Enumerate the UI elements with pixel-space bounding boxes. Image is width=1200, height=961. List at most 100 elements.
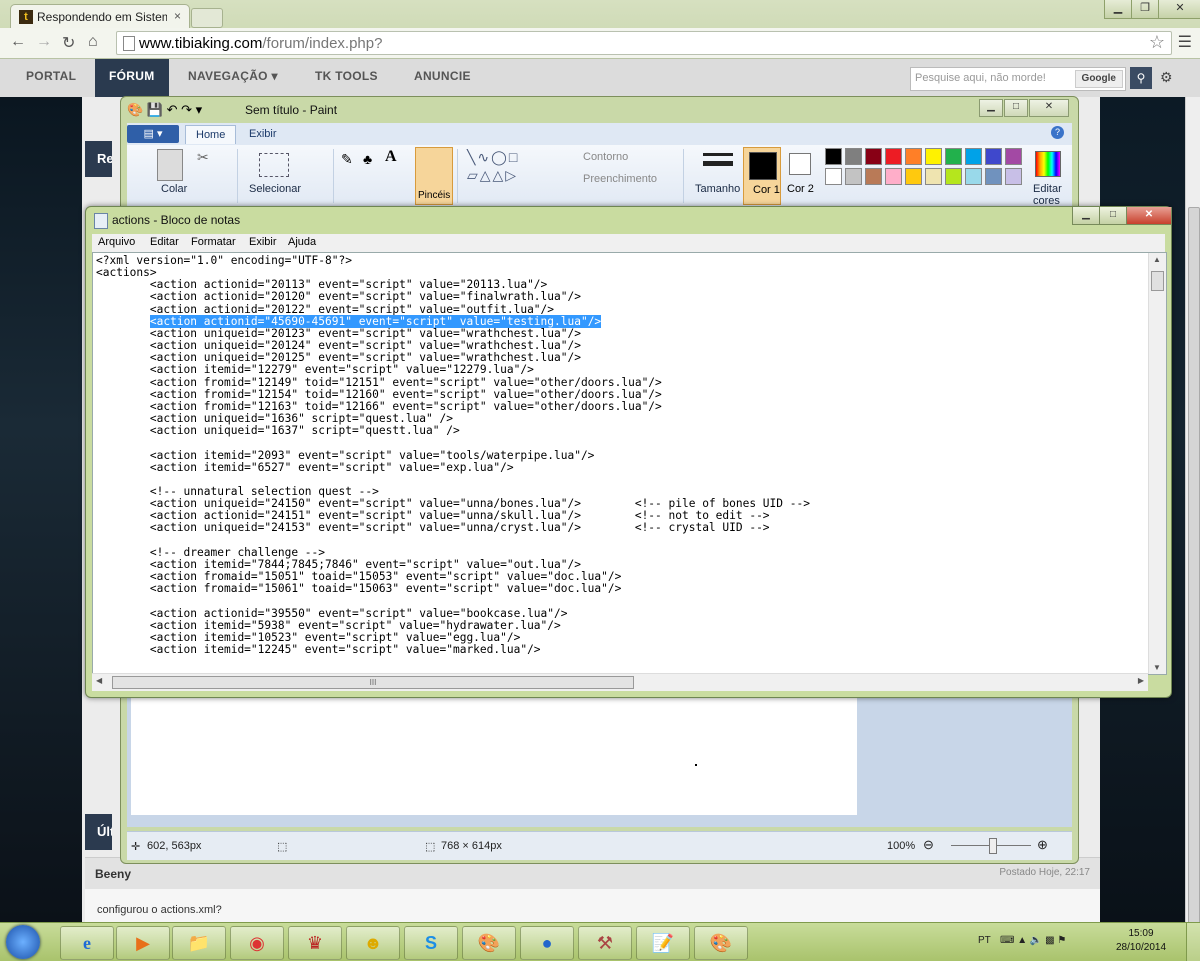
tab-exibir[interactable]: Exibir: [239, 125, 287, 143]
scroll-left-icon[interactable]: ◀: [96, 676, 102, 685]
forward-icon[interactable]: →: [36, 33, 52, 51]
chrome-menu-icon[interactable]: ☰: [1178, 32, 1192, 52]
back-icon[interactable]: ←: [10, 33, 26, 51]
paint-window-icon[interactable]: 🎨: [694, 926, 748, 960]
nav-navegacao[interactable]: NAVEGAÇÃO ▾: [188, 69, 278, 83]
tools-app-icon[interactable]: ⚒: [578, 926, 632, 960]
start-button[interactable]: [6, 925, 40, 959]
edit-colors-icon[interactable]: [1035, 151, 1061, 177]
fill-label[interactable]: Preenchimento: [583, 173, 657, 185]
size-label[interactable]: Tamanho: [695, 183, 740, 195]
edit-colors-label[interactable]: Editar cores: [1033, 183, 1072, 207]
pencil-icon[interactable]: ✎: [341, 151, 353, 168]
paint-minimize-button[interactable]: ▁: [979, 99, 1003, 117]
palette-color-swatch[interactable]: [885, 148, 902, 165]
palette-color-swatch[interactable]: [945, 148, 962, 165]
notepad-maximize-button[interactable]: □: [1099, 207, 1127, 225]
home-icon[interactable]: ⌂: [88, 33, 98, 51]
paint-close-button[interactable]: ✕: [1029, 99, 1069, 117]
palette-color-swatch[interactable]: [865, 168, 882, 185]
palette-color-swatch[interactable]: [985, 148, 1002, 165]
google-search-engine[interactable]: Google: [1074, 70, 1123, 88]
help-icon[interactable]: ?: [1051, 126, 1064, 139]
size-icon[interactable]: [703, 153, 733, 156]
paint-maximize-button[interactable]: □: [1004, 99, 1028, 117]
scroll-up-icon[interactable]: ▲: [1153, 255, 1161, 264]
shapes-gallery-row2-icon[interactable]: ▱△△▷: [467, 167, 518, 184]
menu-arquivo[interactable]: Arquivo: [98, 236, 135, 248]
clock[interactable]: 15:09 28/10/2014: [1112, 927, 1170, 955]
palette-color-swatch[interactable]: [865, 148, 882, 165]
zoom-out-icon[interactable]: ⊖: [923, 837, 934, 853]
minimize-button[interactable]: ▁: [1104, 0, 1132, 19]
menu-ajuda[interactable]: Ajuda: [288, 236, 316, 248]
palette-color-swatch[interactable]: [945, 168, 962, 185]
browser-tab[interactable]: t Respondendo em Sistema ×: [10, 4, 190, 29]
zoom-slider-thumb[interactable]: [989, 838, 997, 854]
tab-close-icon[interactable]: ×: [174, 9, 181, 23]
maximize-button[interactable]: ❐: [1131, 0, 1159, 19]
palette-color-swatch[interactable]: [825, 148, 842, 165]
bookmark-star-icon[interactable]: ☆: [1149, 32, 1165, 53]
game-character-icon[interactable]: ☻: [346, 926, 400, 960]
text-tool-icon[interactable]: A: [385, 148, 397, 166]
palette-color-swatch[interactable]: [1005, 168, 1022, 185]
palette-color-swatch[interactable]: [845, 168, 862, 185]
color2-button[interactable]: Cor 2: [783, 147, 819, 203]
show-desktop-button[interactable]: [1186, 923, 1200, 961]
new-tab-button[interactable]: [191, 8, 223, 28]
zoom-in-icon[interactable]: ⊕: [1037, 837, 1048, 853]
nav-tk-tools[interactable]: TK TOOLS: [315, 69, 378, 83]
palette-color-swatch[interactable]: [1005, 148, 1022, 165]
menu-formatar[interactable]: Formatar: [191, 236, 236, 248]
notepad-scrollbar-thumb[interactable]: [1151, 271, 1164, 291]
palette-color-swatch[interactable]: [885, 168, 902, 185]
tab-home[interactable]: Home: [185, 125, 237, 144]
fill-bucket-icon[interactable]: ♣: [363, 151, 372, 167]
select-label[interactable]: Selecionar: [249, 183, 301, 195]
address-bar[interactable]: www.tibiaking.com/forum/index.php? ☆: [116, 31, 1172, 55]
outline-label[interactable]: Contorno: [583, 151, 628, 163]
cut-icon[interactable]: ✂: [197, 149, 209, 166]
chrome-icon[interactable]: ◉: [230, 926, 284, 960]
menu-exibir[interactable]: Exibir: [249, 236, 277, 248]
notepad-horizontal-scrollbar[interactable]: ◀ III ▶: [92, 673, 1148, 691]
language-indicator[interactable]: PT: [978, 935, 991, 946]
notepad-close-button[interactable]: ✕: [1126, 207, 1172, 225]
page-scrollbar[interactable]: [1185, 97, 1200, 929]
notepad-text-area[interactable]: <?xml version="1.0" encoding="UTF-8"?> <…: [92, 252, 1167, 675]
menu-editar[interactable]: Editar: [150, 236, 179, 248]
paste-icon[interactable]: [157, 149, 183, 181]
palette-color-swatch[interactable]: [985, 168, 1002, 185]
paste-label[interactable]: Colar: [161, 183, 187, 195]
notepad-minimize-button[interactable]: ▁: [1072, 207, 1100, 225]
palette-color-swatch[interactable]: [905, 168, 922, 185]
search-icon[interactable]: ⚲: [1130, 67, 1152, 89]
palette-color-swatch[interactable]: [845, 148, 862, 165]
select-icon[interactable]: [259, 153, 289, 177]
notepad-hscroll-thumb[interactable]: III: [112, 676, 634, 689]
scroll-down-icon[interactable]: ▼: [1153, 663, 1161, 672]
close-button[interactable]: ✕: [1158, 0, 1200, 19]
system-tray-icons[interactable]: ⌨ ▲ 🔈 ▩ ⚑: [1000, 935, 1066, 946]
tibia-client-icon[interactable]: ♛: [288, 926, 342, 960]
nav-forum[interactable]: FÓRUM: [95, 59, 169, 97]
nav-anuncie[interactable]: ANUNCIE: [414, 69, 471, 83]
notepad-vertical-scrollbar[interactable]: ▲ ▼: [1148, 253, 1166, 674]
file-explorer-icon[interactable]: 📁: [172, 926, 226, 960]
palette-color-swatch[interactable]: [825, 168, 842, 185]
paint-app-icon[interactable]: 🎨: [462, 926, 516, 960]
media-player-icon[interactable]: ▶: [116, 926, 170, 960]
shapes-gallery-icon[interactable]: ╲∿◯□: [467, 149, 519, 166]
skype-icon[interactable]: S: [404, 926, 458, 960]
brushes-button[interactable]: Pincéis: [415, 147, 453, 205]
scrollbar-thumb[interactable]: [1188, 207, 1200, 929]
notepad-app-icon[interactable]: 📝: [636, 926, 690, 960]
nav-portal[interactable]: PORTAL: [26, 69, 76, 83]
palette-color-swatch[interactable]: [965, 168, 982, 185]
internet-explorer-icon[interactable]: e: [60, 926, 114, 960]
post-author[interactable]: Beeny: [95, 867, 131, 881]
gear-icon[interactable]: ⚙: [1160, 69, 1173, 86]
palette-color-swatch[interactable]: [925, 168, 942, 185]
network-app-icon[interactable]: ●: [520, 926, 574, 960]
